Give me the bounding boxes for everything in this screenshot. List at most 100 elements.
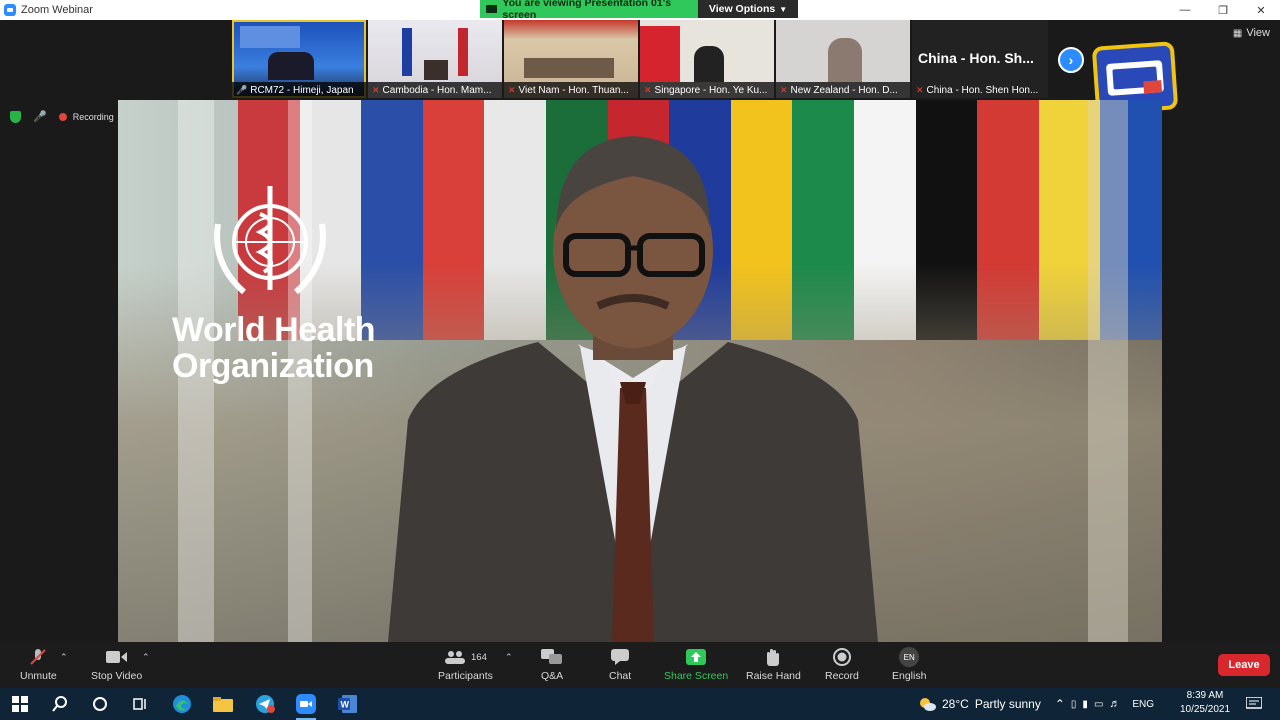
participants-label: Participants xyxy=(438,670,493,682)
weather-description: Partly sunny xyxy=(974,697,1041,711)
minimize-icon[interactable]: — xyxy=(1166,0,1204,20)
participant-thumbnail[interactable]: ✕ New Zealand - Hon. D... xyxy=(776,20,910,98)
device-icon[interactable]: ▯ xyxy=(1071,699,1077,710)
chevron-right-icon: › xyxy=(1068,52,1074,68)
share-screen-icon xyxy=(686,648,707,666)
task-view-icon[interactable] xyxy=(130,694,150,714)
thumbnail-label: Viet Nam - Hon. Thuan... xyxy=(518,84,629,96)
thumbnail-caption: ✕ Cambodia - Hon. Mam... xyxy=(368,82,502,98)
video-options-chevron-icon[interactable]: ⌃ xyxy=(142,652,150,663)
participants-icon-row: 164 xyxy=(444,648,487,666)
stop-video-button[interactable]: Stop Video xyxy=(91,648,142,682)
thumbnail-label: Singapore - Hon. Ye Ku... xyxy=(654,84,768,96)
viewing-banner: You are viewing Presentation 01's screen xyxy=(480,0,698,21)
share-screen-button[interactable]: Share Screen xyxy=(664,648,728,682)
muted-microphone-icon: ✕ xyxy=(916,84,924,95)
leave-button[interactable]: Leave xyxy=(1218,654,1270,676)
participant-tile-name: China - Hon. Sh... xyxy=(918,50,1034,66)
thumbnail-label: New Zealand - Hon. D... xyxy=(790,84,898,96)
language-icon: EN xyxy=(899,647,920,667)
chat-icon xyxy=(611,648,630,666)
raise-hand-button[interactable]: Raise Hand xyxy=(746,648,801,682)
qa-label: Q&A xyxy=(541,670,564,682)
thumbnail-label: China - Hon. Shen Hon... xyxy=(926,84,1039,96)
telegram-icon[interactable] xyxy=(255,694,275,714)
network-icon[interactable]: ▭ xyxy=(1094,699,1103,710)
stop-video-label: Stop Video xyxy=(91,670,143,682)
participant-name-tile[interactable]: China - Hon. Sh... ✕ China - Hon. Shen H… xyxy=(912,20,1048,98)
qa-icon xyxy=(541,648,563,666)
tv-logo-icon xyxy=(1106,60,1164,96)
weather-partly-sunny-icon xyxy=(920,698,936,711)
edge-browser-icon[interactable] xyxy=(172,694,192,714)
qa-button[interactable]: Q&A xyxy=(541,648,563,682)
participant-thumbnail[interactable]: ✕ Singapore - Hon. Ye Ku... xyxy=(640,20,774,98)
participants-chevron-icon[interactable]: ⌃ xyxy=(505,652,513,663)
muted-microphone-icon: ✕ xyxy=(372,84,380,95)
screen-share-icon xyxy=(486,5,498,13)
hand-icon xyxy=(765,648,781,666)
grid-icon: ▦ xyxy=(1232,27,1243,39)
audio-options-chevron-icon[interactable]: ⌃ xyxy=(60,652,68,663)
word-app-icon[interactable]: W xyxy=(338,694,358,714)
zoom-logo-icon xyxy=(4,4,16,16)
record-icon xyxy=(832,648,851,666)
organization-name-line1: World Health xyxy=(172,311,376,349)
raise-hand-label: Raise Hand xyxy=(746,670,801,682)
security-shield-icon[interactable] xyxy=(10,110,21,123)
thumbnail-label: RCM72 - Himeji, Japan xyxy=(250,84,354,96)
participants-button[interactable]: 164 Participants xyxy=(438,648,493,682)
share-screen-label: Share Screen xyxy=(664,670,729,682)
window-title: Zoom Webinar xyxy=(21,4,93,16)
unmute-button[interactable]: Unmute xyxy=(20,648,57,682)
thumbnail-caption: ✕ Viet Nam - Hon. Thuan... xyxy=(504,82,638,98)
microphone-icon: 🎤 xyxy=(236,84,248,95)
taskbar-clock[interactable]: 8:39 AM 10/25/2021 xyxy=(1178,689,1232,717)
close-icon[interactable]: ✕ xyxy=(1242,0,1280,20)
muted-microphone-icon xyxy=(29,648,47,666)
windows-start-icon[interactable] xyxy=(10,694,30,714)
speaker-figure xyxy=(388,136,878,642)
file-explorer-icon[interactable] xyxy=(213,694,233,714)
organization-name: World Health Organization xyxy=(172,311,376,384)
system-tray: 28°C Partly sunny ⌃ ▯ ▮ ▭ ♬ ENG xyxy=(918,688,1154,720)
language-label: English xyxy=(892,670,927,682)
window-controls: — ❐ ✕ xyxy=(1166,0,1280,20)
participants-icon xyxy=(445,651,465,664)
thumbnail-caption: 🎤 RCM72 - Himeji, Japan xyxy=(232,82,366,98)
input-language[interactable]: ENG xyxy=(1132,699,1154,710)
participant-thumbnail[interactable]: 🎤 RCM72 - Himeji, Japan xyxy=(232,20,366,98)
meeting-toolbar xyxy=(0,642,1280,688)
thumbnail-caption: ✕ New Zealand - Hon. D... xyxy=(776,82,910,98)
restore-icon[interactable]: ❐ xyxy=(1204,0,1242,20)
record-button[interactable]: Record xyxy=(825,648,859,682)
svg-text:W: W xyxy=(341,700,350,710)
participant-thumbnail-strip: 🎤 RCM72 - Himeji, Japan ✕ Cambodia - Hon… xyxy=(232,20,910,98)
view-button[interactable]: ▦ View xyxy=(1233,27,1270,39)
muted-microphone-icon: ✕ xyxy=(508,84,516,95)
participant-thumbnail[interactable]: ✕ Cambodia - Hon. Mam... xyxy=(368,20,502,98)
viewing-banner-text: You are viewing Presentation 01's screen xyxy=(502,0,672,21)
battery-icon[interactable]: ▮ xyxy=(1082,699,1088,710)
notifications-icon[interactable] xyxy=(1244,694,1264,714)
meeting-status-row: 🎤 Recording xyxy=(10,110,114,123)
language-button[interactable]: EN English xyxy=(892,647,927,682)
thumbnail-label: Cambodia - Hon. Mam... xyxy=(382,84,492,96)
muted-microphone-icon: ✕ xyxy=(780,84,788,95)
cortana-icon[interactable] xyxy=(90,694,110,714)
participants-count: 164 xyxy=(471,651,487,663)
clock-date: 10/25/2021 xyxy=(1179,704,1231,715)
participant-thumbnail[interactable]: ✕ Viet Nam - Hon. Thuan... xyxy=(504,20,638,98)
search-icon[interactable] xyxy=(50,694,70,714)
zoom-app-icon[interactable] xyxy=(296,694,316,720)
view-options-label: View Options xyxy=(708,3,776,15)
tray-overflow-chevron-icon[interactable]: ⌃ xyxy=(1055,697,1065,711)
chat-button[interactable]: Chat xyxy=(609,648,631,682)
who-emblem-icon xyxy=(214,186,326,295)
weather-temperature: 28°C xyxy=(942,697,969,711)
view-options-button[interactable]: View Options ▼ xyxy=(698,0,798,18)
muted-microphone-icon: ✕ xyxy=(644,84,652,95)
volume-icon[interactable]: ♬ xyxy=(1109,698,1120,710)
recording-dot-icon xyxy=(58,112,67,121)
next-page-button[interactable]: › xyxy=(1058,47,1084,73)
